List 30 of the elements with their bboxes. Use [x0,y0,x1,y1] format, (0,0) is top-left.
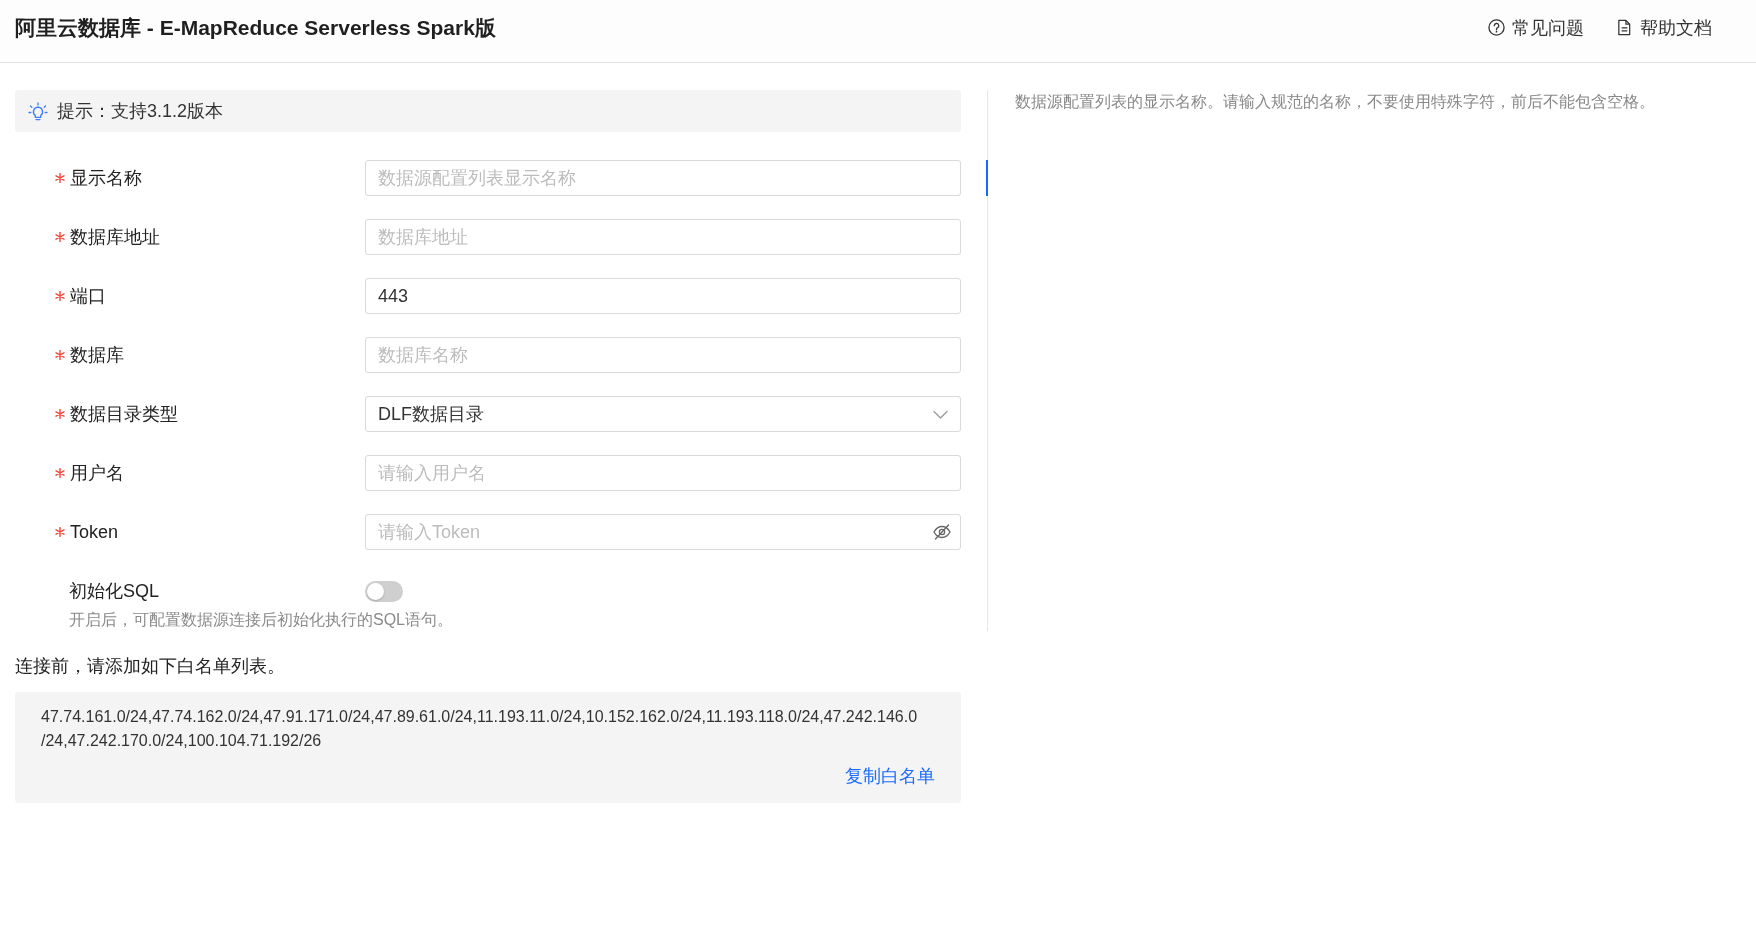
help-text: 数据源配置列表的显示名称。请输入规范的名称，不要使用特殊字符，前后不能包含空格。 [1015,92,1655,112]
select-field[interactable]: DLF数据目录 [365,396,961,432]
field-label: 初始化SQL [69,581,160,601]
field-label: 端口 [70,285,106,308]
text-input[interactable]: 数据库名称 [365,337,961,373]
field-label: 数据库 [70,344,124,367]
field-label: Token [70,521,119,543]
lightbulb-icon [28,101,48,121]
field-label: 显示名称 [70,167,142,190]
field-description: 开启后，可配置数据源连接后初始化执行的SQL语句。 [69,610,453,630]
text-input[interactable]: 数据源配置列表显示名称 [365,160,961,196]
field-label: 数据目录类型 [70,403,178,426]
hint-text: 提示：支持3.1.2版本 [57,100,224,123]
field-label: 用户名 [70,462,124,485]
page-title: 阿里云数据库 - E-MapReduce Serverless Spark版 [15,14,496,41]
text-input[interactable]: 请输入用户名 [365,455,961,491]
text-input[interactable]: 数据库地址 [365,219,961,255]
password-field[interactable]: 请输入Token [365,514,961,550]
whitelist-intro: 连接前，请添加如下白名单列表。 [15,655,285,678]
eye-slash-icon [933,523,951,541]
header-link[interactable]: 常见问题 [1488,15,1584,40]
question-icon [1488,19,1505,36]
chevron-down-icon [933,409,948,419]
text-input[interactable]: 443 [365,278,961,314]
copy-whitelist-link[interactable]: 复制白名单 [845,764,935,788]
document-icon [1616,19,1633,36]
field-label: 数据库地址 [70,226,160,249]
toggle-switch[interactable] [365,580,403,602]
header-link[interactable]: 帮助文档 [1616,15,1712,40]
ip-whitelist-text: 47.74.161.0/24,47.74.162.0/24,47.91.171.0/24,47.89.61.0/24,11.193.11.0/24,10.152.162.0/24,11.193.118.0/24,47.242.146.0/24,47.242.170.0/24,100.104.71.192/26 [41,707,919,751]
